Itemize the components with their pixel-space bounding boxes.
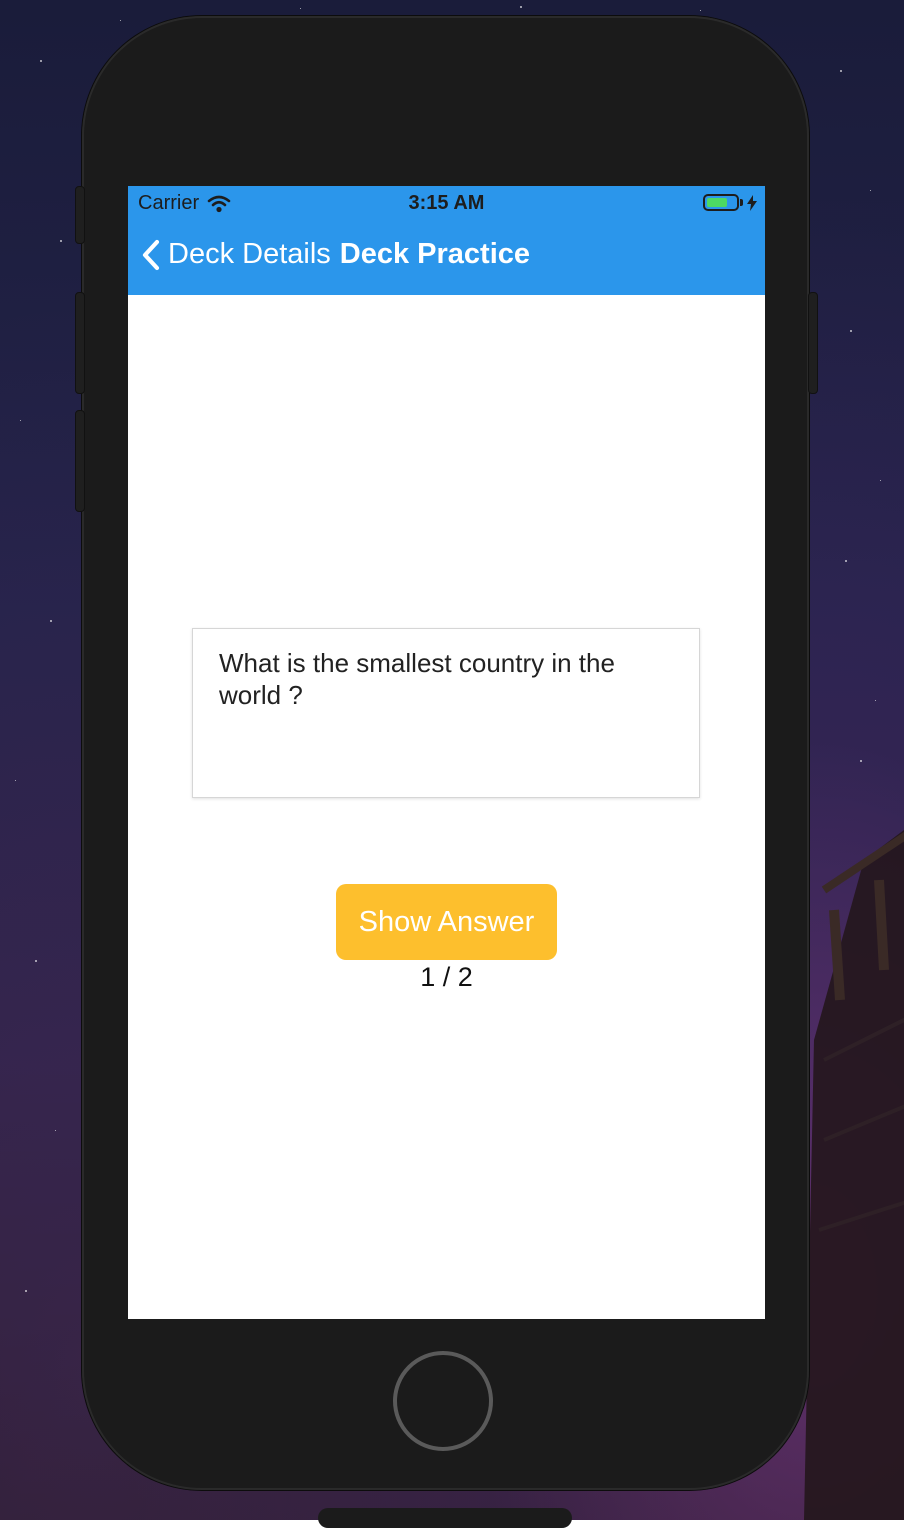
volume-up-button	[75, 292, 85, 394]
header-bar: Carrier 3:15 AM Deck Details Deck Practi	[128, 186, 765, 295]
status-time: 3:15 AM	[408, 192, 485, 214]
power-button	[808, 292, 818, 394]
card-counter: 1 / 2	[420, 962, 473, 992]
question-text: What is the smallest country in the worl…	[219, 648, 615, 710]
home-button[interactable]	[393, 1351, 493, 1451]
back-button[interactable]: Deck Details	[140, 238, 331, 271]
page-title: Deck Practice	[339, 238, 531, 270]
back-label: Deck Details	[168, 238, 331, 270]
mute-switch	[75, 186, 85, 244]
battery-charging-icon	[703, 194, 757, 211]
dock-bar	[318, 1508, 572, 1528]
navigation-bar: Deck Details Deck Practice	[140, 238, 530, 271]
shipwreck-silhouette	[804, 830, 904, 1520]
question-card: What is the smallest country in the worl…	[192, 628, 700, 798]
volume-down-button	[75, 410, 85, 512]
app-screen: Carrier 3:15 AM Deck Details Deck Practi	[128, 186, 765, 1319]
chevron-left-icon	[142, 239, 160, 270]
charging-bolt-icon	[747, 194, 757, 211]
show-answer-button[interactable]: Show Answer	[336, 884, 557, 960]
